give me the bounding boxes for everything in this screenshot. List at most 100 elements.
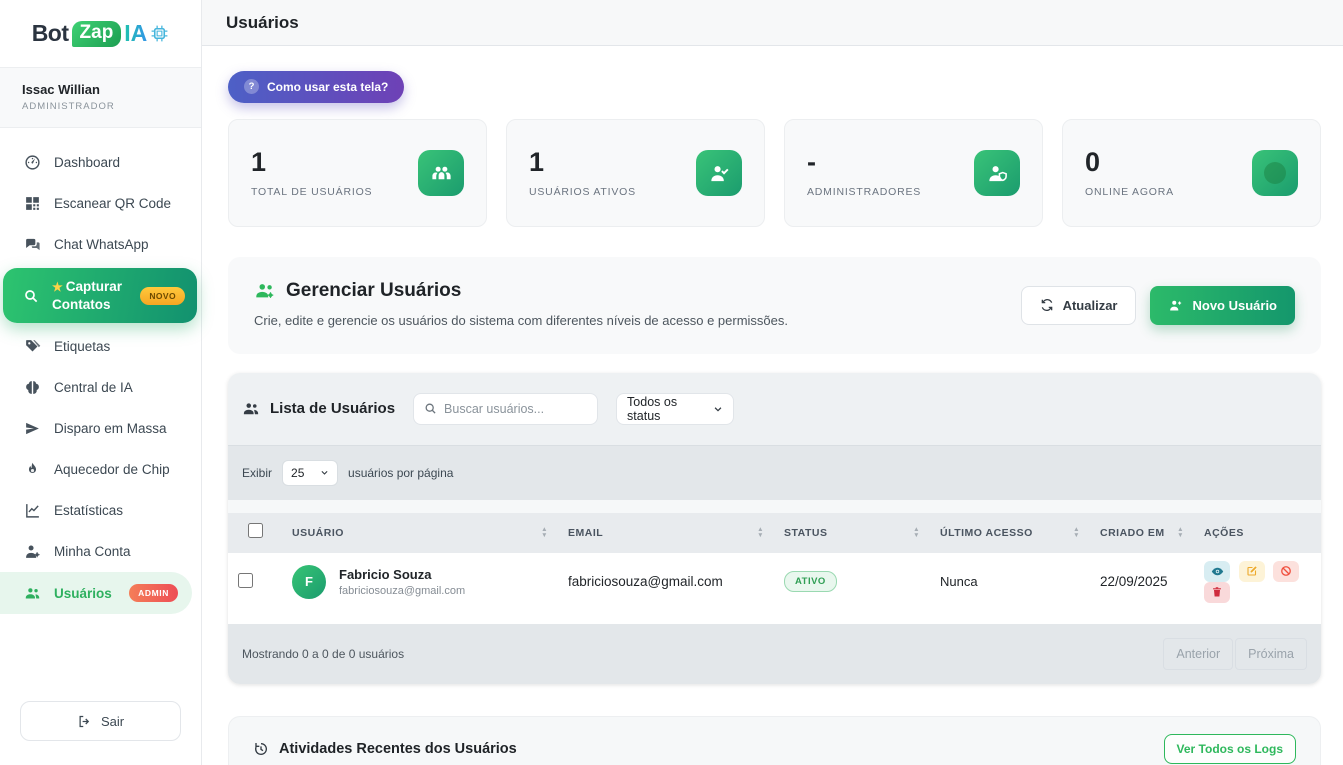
users-table: USUÁRIO ▲▼ EMAIL ▲▼ STATUS ▲▼ ÚLTIMO ACESSO… <box>228 513 1321 611</box>
sidebar-item-minha-conta[interactable]: Minha Conta <box>0 531 201 572</box>
chevron-down-icon <box>713 404 723 414</box>
star-icon: ★ <box>52 280 63 294</box>
manage-users-description: Crie, edite e gerencie os usuários do si… <box>254 311 788 331</box>
sidebar-item-disparo-em-massa[interactable]: Disparo em Massa <box>0 408 201 449</box>
logo-text-zap: Zap <box>72 21 122 47</box>
table-row: F Fabricio Souza fabriciosouza@gmail.com… <box>228 553 1321 611</box>
refresh-button[interactable]: Atualizar <box>1021 286 1137 325</box>
refresh-icon <box>1040 298 1054 312</box>
stat-label: ADMINISTRADORES <box>807 186 921 198</box>
novo-badge: NOVO <box>140 287 185 305</box>
main-area: Usuários ? Como usar esta tela? 1 TOTAL … <box>202 0 1343 765</box>
block-button[interactable] <box>1273 561 1299 582</box>
sidebar-item-aquecedor-de-chip[interactable]: Aquecedor de Chip <box>0 449 201 490</box>
user-gear-icon <box>24 543 41 560</box>
col-header-ultimo-acesso[interactable]: ÚLTIMO ACESSO <box>940 527 1033 539</box>
logout-button[interactable]: Sair <box>20 701 181 741</box>
per-page-select[interactable]: 25 <box>282 460 338 486</box>
per-page-value: 25 <box>291 466 304 480</box>
sort-icon[interactable]: ▲▼ <box>1073 527 1080 538</box>
refresh-button-label: Atualizar <box>1063 298 1118 313</box>
manage-users-title-row: Gerenciar Usuários <box>254 280 788 302</box>
sidebar-item-qr-code[interactable]: Escanear QR Code <box>0 183 201 224</box>
question-icon: ? <box>244 79 259 94</box>
help-button-label: Como usar esta tela? <box>267 80 388 94</box>
row-checkbox[interactable] <box>238 573 253 588</box>
view-button[interactable] <box>1204 561 1230 582</box>
users-list-title: Lista de Usuários <box>270 400 395 417</box>
page-title: Usuários <box>226 13 299 33</box>
edit-button[interactable] <box>1239 561 1265 582</box>
table-footer: Mostrando 0 a 0 de 0 usuários Anterior P… <box>228 624 1321 684</box>
stat-value: - <box>807 149 921 176</box>
sidebar-item-chat-whatsapp[interactable]: Chat WhatsApp <box>0 224 201 265</box>
stat-card-total-usuarios: 1 TOTAL DE USUÁRIOS <box>228 119 487 227</box>
delete-button[interactable] <box>1204 582 1230 603</box>
users-list-card: Lista de Usuários Todos os status <box>228 373 1321 684</box>
stat-label: USUÁRIOS ATIVOS <box>529 186 636 198</box>
user-name: Issac Willian <box>22 82 179 97</box>
qr-code-icon <box>24 195 41 212</box>
per-page-suffix: usuários por página <box>348 466 453 480</box>
sidebar-item-capturar-contatos[interactable]: ★Capturar Contatos NOVO <box>3 268 197 323</box>
search-icon <box>23 288 39 304</box>
per-page-prefix: Exibir <box>242 466 272 480</box>
help-button[interactable]: ? Como usar esta tela? <box>228 71 404 103</box>
status-filter-select[interactable]: Todos os status <box>616 393 734 425</box>
search-input[interactable] <box>444 402 587 416</box>
ban-icon <box>1280 565 1292 577</box>
sidebar-item-label: Etiquetas <box>54 339 110 354</box>
sidebar-item-usuarios[interactable]: Usuários ADMIN <box>0 572 192 614</box>
table-bottom-gap <box>228 611 1321 624</box>
sidebar: Bot Zap IA Issac Willian ADMINISTRADOR <box>0 0 202 765</box>
col-header-status[interactable]: STATUS <box>784 527 827 539</box>
col-header-usuario[interactable]: USUÁRIO <box>292 527 344 539</box>
stat-value: 0 <box>1085 149 1174 176</box>
topbar: Usuários <box>202 0 1343 46</box>
next-page-button[interactable]: Próxima <box>1235 638 1307 670</box>
recent-activities-card: Atividades Recentes dos Usuários Ver Tod… <box>228 716 1321 765</box>
sidebar-item-label: Minha Conta <box>54 544 131 559</box>
stat-label: ONLINE AGORA <box>1085 186 1174 198</box>
sort-icon[interactable]: ▲▼ <box>913 527 920 538</box>
sidebar-item-central-de-ia[interactable]: Central de IA <box>0 367 201 408</box>
col-header-email[interactable]: EMAIL <box>568 527 603 539</box>
logout-icon <box>77 714 92 729</box>
trash-icon <box>1211 586 1223 598</box>
user-check-icon <box>696 150 742 196</box>
new-user-button-label: Novo Usuário <box>1192 298 1277 313</box>
col-header-criado-em[interactable]: CRIADO EM <box>1100 527 1165 539</box>
stat-card-usuarios-ativos: 1 USUÁRIOS ATIVOS <box>506 119 765 227</box>
sort-icon[interactable]: ▲▼ <box>541 527 548 538</box>
table-header-row: USUÁRIO ▲▼ EMAIL ▲▼ STATUS ▲▼ ÚLTIMO ACESSO… <box>228 513 1321 553</box>
manage-users-title: Gerenciar Usuários <box>286 280 461 302</box>
sidebar-item-etiquetas[interactable]: Etiquetas <box>0 326 201 367</box>
new-user-button[interactable]: Novo Usuário <box>1150 286 1295 325</box>
chart-line-icon <box>24 502 41 519</box>
logo: Bot Zap IA <box>0 0 201 67</box>
pagination-summary: Mostrando 0 a 0 de 0 usuários <box>242 647 404 661</box>
stat-label: TOTAL DE USUÁRIOS <box>251 186 372 198</box>
sidebar-item-dashboard[interactable]: Dashboard <box>0 142 201 183</box>
status-filter-value: Todos os status <box>627 395 713 423</box>
brain-icon <box>24 379 41 396</box>
sidebar-item-label: Estatísticas <box>54 503 123 518</box>
users-list-header: Lista de Usuários Todos os status <box>228 373 1321 445</box>
sidebar-item-label: Aquecedor de Chip <box>54 462 170 477</box>
eye-icon <box>1211 565 1224 578</box>
sidebar-item-estatisticas[interactable]: Estatísticas <box>0 490 201 531</box>
users-icon <box>418 150 464 196</box>
sort-icon[interactable]: ▲▼ <box>757 527 764 538</box>
users-gear-icon <box>254 280 276 302</box>
admin-badge: ADMIN <box>129 584 178 602</box>
previous-page-button[interactable]: Anterior <box>1163 638 1233 670</box>
sidebar-item-label: Disparo em Massa <box>54 421 167 436</box>
manage-users-card: Gerenciar Usuários Crie, edite e gerenci… <box>228 257 1321 354</box>
select-all-checkbox[interactable] <box>248 523 263 538</box>
view-all-logs-button[interactable]: Ver Todos os Logs <box>1164 734 1296 764</box>
sidebar-item-label: Dashboard <box>54 155 120 170</box>
table-gap <box>228 500 1321 513</box>
content: ? Como usar esta tela? 1 TOTAL DE USUÁRI… <box>202 46 1343 765</box>
sidebar-item-label: Escanear QR Code <box>54 196 171 211</box>
sort-icon[interactable]: ▲▼ <box>1177 527 1184 538</box>
